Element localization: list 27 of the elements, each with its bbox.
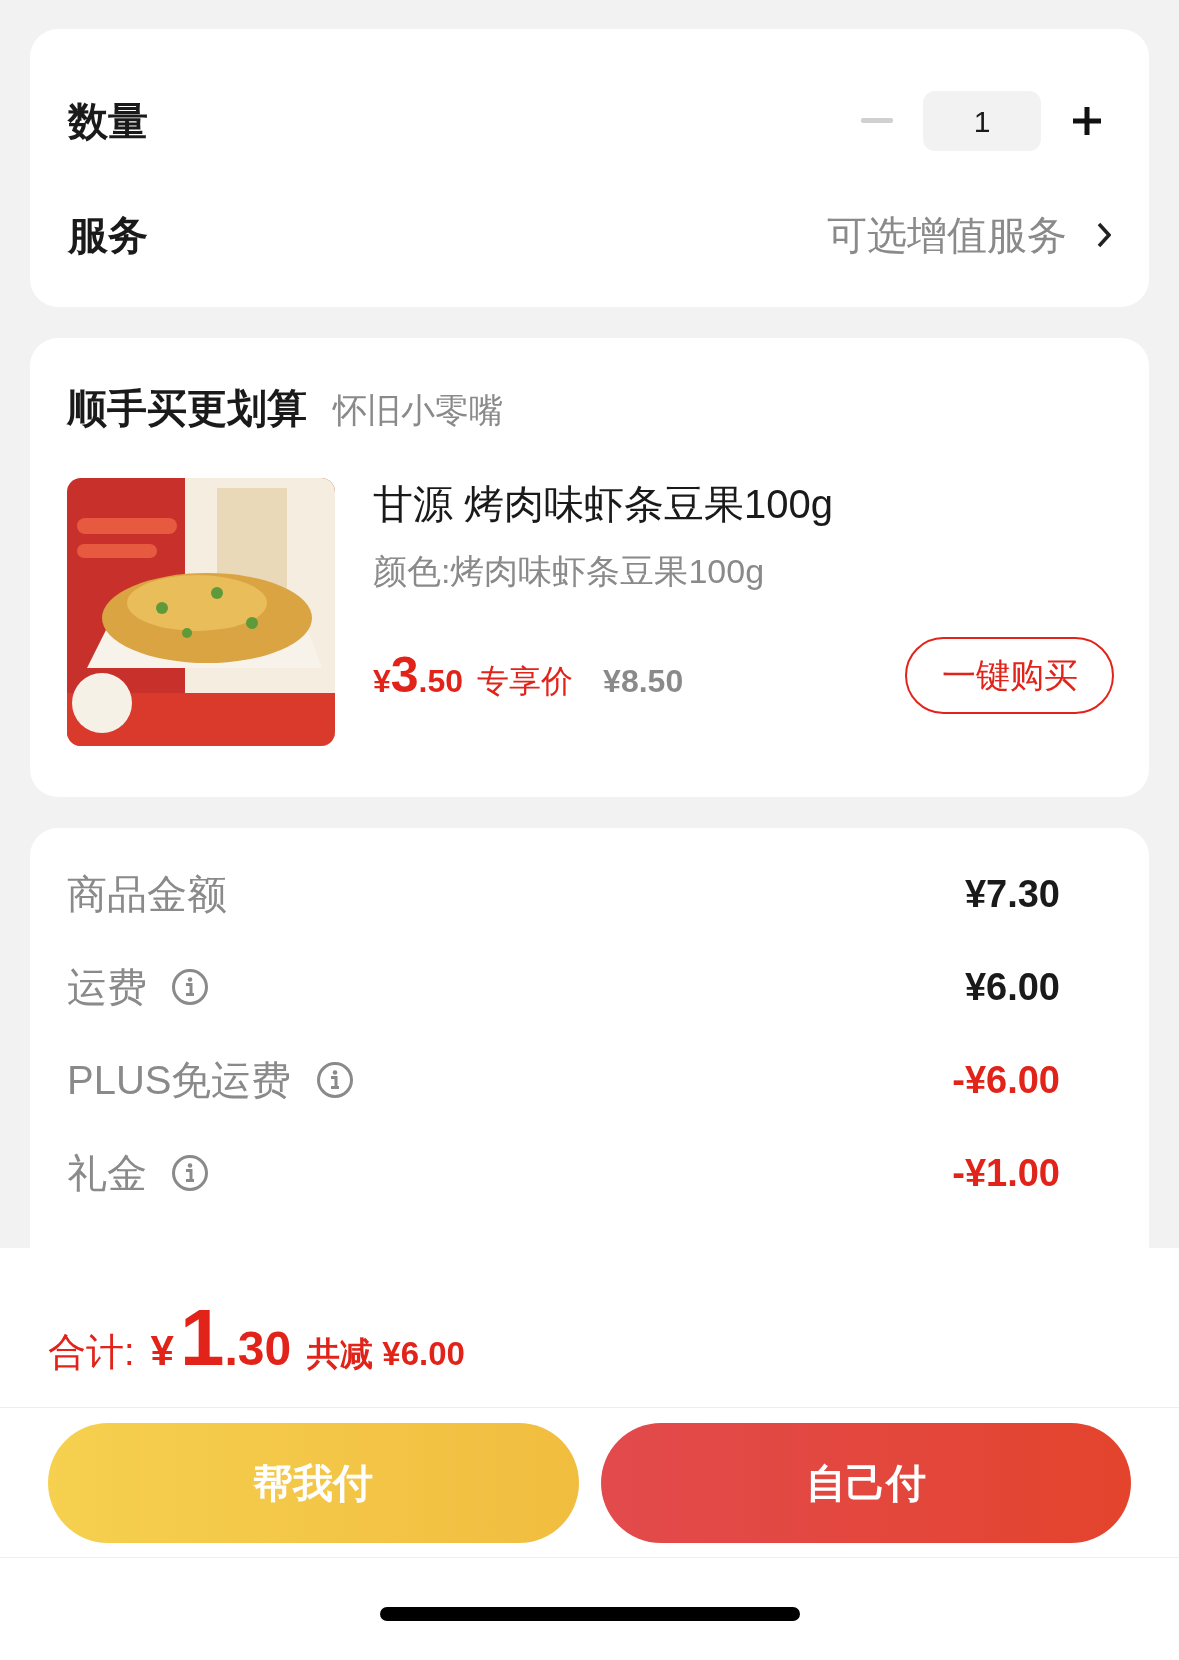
buy-now-button[interactable]: 一键购买 bbox=[905, 637, 1114, 714]
summary-label: PLUS免运费 bbox=[67, 1057, 292, 1104]
summary-value: ¥7.30 bbox=[964, 871, 1060, 917]
quantity-field[interactable]: 1 bbox=[923, 91, 1041, 151]
summary-label: 运费 bbox=[67, 964, 147, 1011]
section-title: 顺手买更划算 bbox=[67, 385, 307, 432]
summary-value: -¥1.00 bbox=[952, 1150, 1060, 1196]
section-subtitle: 怀旧小零嘴 bbox=[333, 390, 503, 431]
summary-label: 商品金额 bbox=[67, 871, 227, 918]
original-price: ¥8.50 bbox=[603, 662, 684, 701]
summary-value: -¥6.00 bbox=[952, 1057, 1060, 1103]
service-link[interactable]: 可选增值服务 bbox=[827, 205, 1067, 265]
total-price: 合计: ¥1.30 共减 ¥6.00 bbox=[48, 1291, 465, 1384]
product-price: ¥3.50 bbox=[373, 646, 464, 705]
info-icon[interactable] bbox=[171, 968, 209, 1006]
info-icon[interactable] bbox=[315, 1061, 354, 1099]
product-variant: 颜色:烤肉味虾条豆果100g bbox=[373, 551, 766, 592]
summary-value: ¥6.00 bbox=[964, 964, 1060, 1010]
service-label: 服务 bbox=[68, 212, 148, 259]
summary-label: 礼金 bbox=[67, 1150, 147, 1197]
product-name[interactable]: 甘源 烤肉味虾条豆果100g bbox=[373, 474, 1112, 534]
price-tag: 专享价 bbox=[477, 657, 574, 705]
chevron-right-icon[interactable] bbox=[1097, 222, 1111, 248]
pay-button[interactable]: 自己付 bbox=[600, 1422, 1131, 1543]
info-icon[interactable] bbox=[171, 1154, 209, 1192]
quantity-label: 数量 bbox=[68, 98, 148, 145]
plus-icon[interactable] bbox=[1071, 105, 1103, 137]
